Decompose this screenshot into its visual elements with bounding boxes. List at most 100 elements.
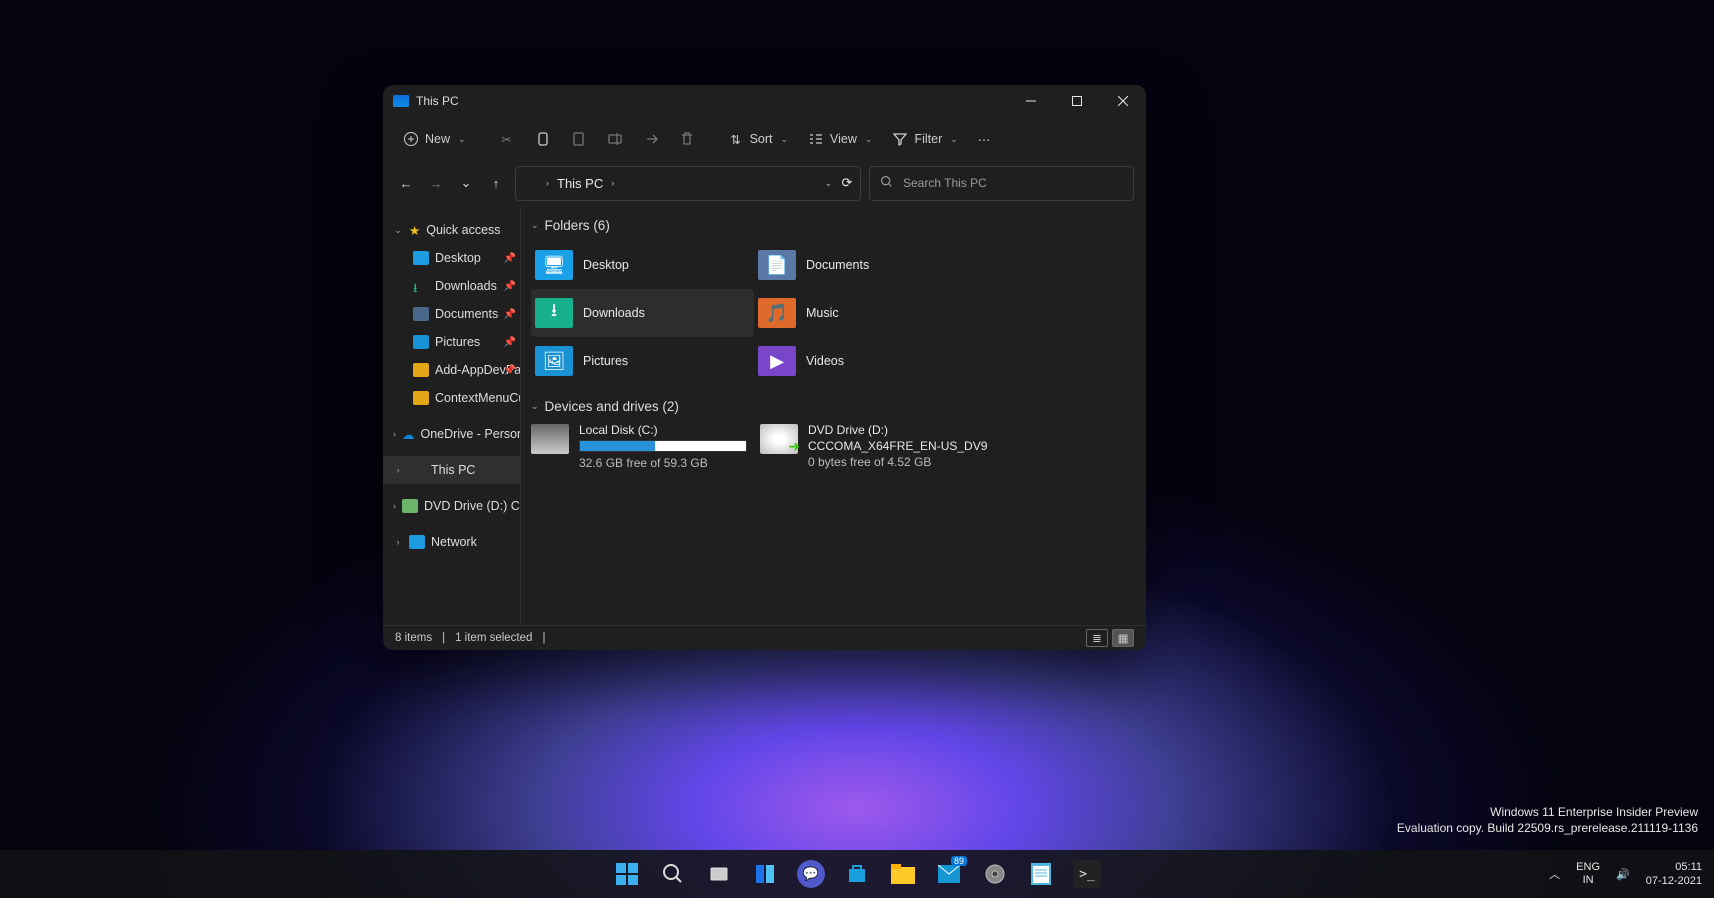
details-view-button[interactable]: ≣ [1086, 629, 1108, 647]
folder-label: Music [806, 306, 839, 320]
folder-icon [413, 391, 429, 405]
language-primary[interactable]: ENG [1576, 861, 1600, 874]
sidebar-item-folder[interactable]: ContextMenuCust [383, 384, 520, 412]
taskbar[interactable]: 💬 89 >_ ︿ ENG IN 🔊 05:11 07-12-2021 [0, 850, 1714, 898]
navbar: ← → ⌄ ↑ › This PC › ⌄ ⟳ Search This PC [383, 160, 1146, 206]
file-explorer-window: This PC New⌄ ✂ ⇅Sort⌄ View⌄ Filter⌄ ⋯ ← … [383, 85, 1146, 650]
copy-button[interactable] [531, 127, 555, 151]
sidebar-item-desktop[interactable]: Desktop📌 [383, 244, 520, 272]
paste-button[interactable] [567, 127, 591, 151]
new-menu[interactable]: New⌄ [399, 127, 470, 151]
breadcrumb-location[interactable]: This PC [557, 176, 603, 191]
downloads-icon: ⭳ [413, 279, 429, 293]
sidebar-onedrive[interactable]: ›☁OneDrive - Personal [383, 420, 520, 448]
sidebar-quick-access[interactable]: ⌄★Quick access [383, 216, 520, 244]
more-menu[interactable]: ⋯ [974, 128, 995, 151]
systray[interactable]: ︿ ENG IN 🔊 05:11 07-12-2021 [1549, 860, 1702, 889]
sidebar-item-downloads[interactable]: ⭳Downloads📌 [383, 272, 520, 300]
store-button[interactable] [843, 860, 871, 888]
dvd-icon: ➜ [760, 424, 798, 454]
folder-icon: ▶ [758, 346, 796, 376]
folder-music[interactable]: 🎵 Music [754, 289, 977, 337]
tiles-view-button[interactable]: ▦ [1112, 629, 1134, 647]
status-selected: 1 item selected [455, 632, 532, 644]
new-label: New [425, 132, 450, 146]
trash-icon [679, 131, 695, 147]
sidebar-item-folder[interactable]: Add-AppDevPa📌 [383, 356, 520, 384]
tray-expand[interactable]: ︿ [1549, 866, 1560, 882]
share-icon [643, 131, 659, 147]
desktop-icon [413, 251, 429, 265]
rename-button[interactable] [603, 127, 627, 151]
star-icon: ★ [409, 223, 420, 238]
filter-menu[interactable]: Filter⌄ [888, 127, 961, 151]
folder-videos[interactable]: ▶Videos [754, 337, 977, 385]
address-bar[interactable]: › This PC › ⌄ ⟳ [515, 166, 861, 201]
watermark: Windows 11 Enterprise Insider Preview Ev… [1397, 804, 1698, 836]
history-dropdown[interactable]: ⌄ [455, 172, 477, 194]
folder-pictures[interactable]: 🖼 Pictures [531, 337, 754, 385]
filter-icon [892, 131, 908, 147]
status-items: 8 items [395, 632, 432, 644]
clock[interactable]: 05:11 07-12-2021 [1646, 860, 1702, 889]
folder-label: Pictures [583, 354, 628, 368]
volume-icon[interactable]: 🔊 [1616, 868, 1630, 881]
sidebar-item-documents[interactable]: Documents📌 [383, 300, 520, 328]
settings-button[interactable] [981, 860, 1009, 888]
sidebar-this-pc[interactable]: ›This PC [383, 456, 520, 484]
explorer-button[interactable] [889, 860, 917, 888]
start-button[interactable] [613, 860, 641, 888]
sidebar-dvd[interactable]: ›DVD Drive (D:) CCCO [383, 492, 520, 520]
teams-button[interactable]: 💬 [797, 860, 825, 888]
maximize-button[interactable] [1054, 85, 1100, 117]
pin-icon: 📌 [504, 253, 516, 264]
plus-icon [403, 131, 419, 147]
back-button[interactable]: ← [395, 172, 417, 194]
network-icon [409, 535, 425, 549]
folder-label: Desktop [583, 258, 629, 272]
search-box[interactable]: Search This PC [869, 166, 1134, 201]
search-button[interactable] [659, 860, 687, 888]
sidebar-network[interactable]: ›Network [383, 528, 520, 556]
refresh-button[interactable]: ⟳ [840, 175, 854, 191]
minimize-button[interactable] [1008, 85, 1054, 117]
folder-icon: 🖼 [535, 346, 573, 376]
terminal-button[interactable]: >_ [1073, 860, 1101, 888]
drive-size: 32.6 GB free of 59.3 GB [579, 455, 747, 471]
delete-button[interactable] [675, 127, 699, 151]
copy-icon [535, 131, 551, 147]
drive-name: DVD Drive (D:) [808, 422, 987, 438]
notepad-button[interactable] [1027, 860, 1055, 888]
mail-button[interactable]: 89 [935, 860, 963, 888]
drive-icon [531, 424, 569, 454]
group-folders[interactable]: ⌄Folders (6) [531, 218, 1134, 233]
drive-dvd[interactable]: ➜ DVD Drive (D:) CCCOMA_X64FRE_EN-US_DV9… [760, 422, 1134, 471]
folder-icon: 🎵 [758, 298, 796, 328]
sort-menu[interactable]: ⇅Sort⌄ [724, 127, 792, 151]
dvd-icon [402, 499, 418, 513]
close-button[interactable] [1100, 85, 1146, 117]
folder-desktop[interactable]: 🖥Desktop [531, 241, 754, 289]
cut-button[interactable]: ✂ [495, 127, 519, 151]
drive-local-disk[interactable]: Local Disk (C:) 32.6 GB free of 59.3 GB [531, 422, 754, 471]
folder-downloads[interactable]: ⭳Downloads [531, 289, 754, 337]
share-button[interactable] [639, 127, 663, 151]
pin-icon: 📌 [504, 281, 516, 292]
titlebar[interactable]: This PC [383, 85, 1146, 117]
mail-badge: 89 [951, 856, 967, 866]
widgets-button[interactable] [751, 860, 779, 888]
forward-button[interactable]: → [425, 172, 447, 194]
cut-icon: ✂ [499, 131, 515, 147]
drive-volume: CCCOMA_X64FRE_EN-US_DV9 [808, 438, 987, 454]
folder-label: Downloads [583, 306, 645, 320]
chevron-right-icon[interactable]: › [611, 178, 614, 188]
folder-documents[interactable]: 📄Documents [754, 241, 977, 289]
taskview-button[interactable] [705, 860, 733, 888]
group-drives[interactable]: ⌄Devices and drives (2) [531, 399, 1134, 414]
chevron-down-icon[interactable]: ⌄ [824, 178, 832, 189]
sidebar-item-pictures[interactable]: Pictures📌 [383, 328, 520, 356]
view-menu[interactable]: View⌄ [804, 127, 876, 151]
language-secondary[interactable]: IN [1576, 874, 1600, 887]
window-title: This PC [416, 94, 459, 108]
up-button[interactable]: ↑ [485, 172, 507, 194]
